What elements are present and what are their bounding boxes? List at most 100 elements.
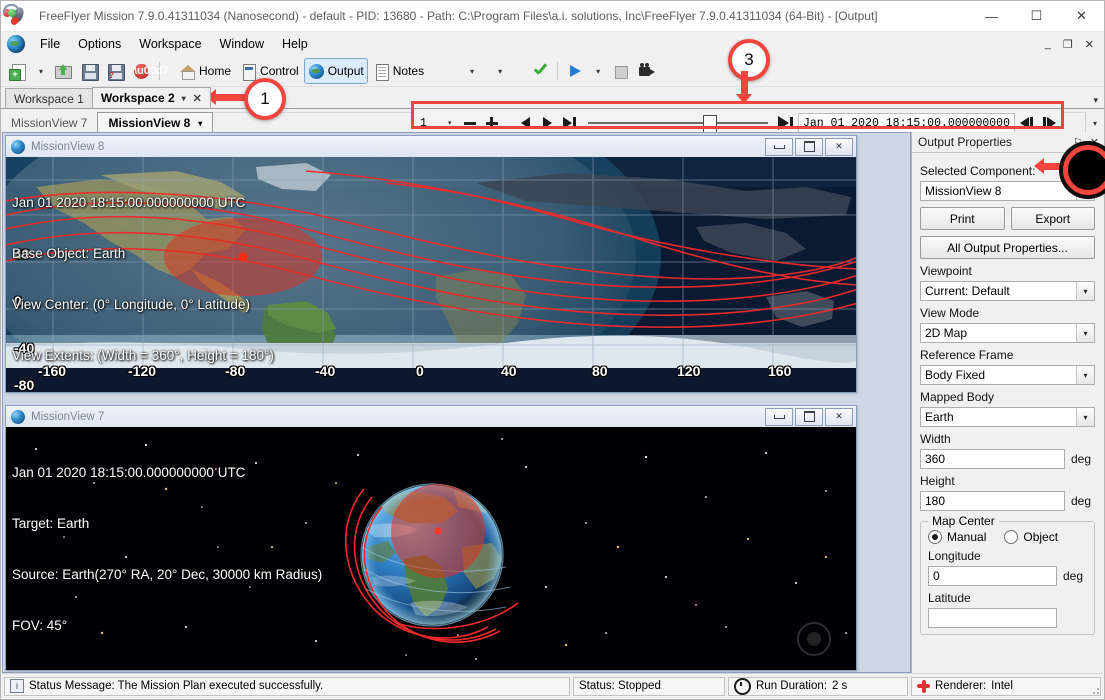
chevron-down-icon[interactable]: ▾ — [1076, 282, 1094, 300]
stop-button[interactable] — [608, 58, 633, 84]
home-button[interactable]: Home — [175, 58, 235, 84]
chevron-down-icon[interactable]: ▾ — [1076, 324, 1094, 342]
undo-button[interactable] — [3, 4, 462, 84]
notes-button[interactable]: Notes — [369, 58, 428, 84]
missionview-globe-icon-2 — [11, 409, 25, 424]
validate-button[interactable] — [527, 58, 552, 84]
missionview-7-window[interactable]: MissionView 7 ✕ Jan 01 2020 18:15:00.000… — [5, 405, 857, 671]
redo-dropdown[interactable]: ▾ — [491, 58, 509, 84]
mdi-close-button[interactable]: ✕ — [1083, 38, 1096, 51]
view-mode-select[interactable]: 2D Map ▾ — [920, 323, 1095, 343]
longitude-input[interactable]: 0 — [928, 566, 1057, 586]
width-unit: deg — [1071, 452, 1092, 466]
output-properties-title: Output Properties — [918, 135, 1013, 149]
missionview-7-titlebar: MissionView 7 ✕ — [6, 406, 856, 428]
maximize-window-button[interactable]: ☐ — [1014, 1, 1059, 31]
run-dropdown[interactable]: ▾ — [589, 58, 607, 84]
undo-dropdown[interactable]: ▾ — [463, 58, 481, 84]
missionview-7-close-button[interactable]: ✕ — [825, 407, 853, 426]
record-button[interactable] — [634, 58, 659, 84]
workspace-overflow-icon[interactable]: ▾ — [1093, 95, 1104, 108]
menu-window[interactable]: Window — [211, 34, 273, 54]
width-row: 360 deg — [920, 449, 1095, 469]
workspace-tab-2-caret-icon[interactable]: ▾ — [182, 94, 186, 103]
workspace-tab-1[interactable]: Workspace 1 — [5, 88, 93, 108]
missionview-8-title: MissionView 8 — [31, 140, 105, 153]
reference-frame-select[interactable]: Body Fixed ▾ — [920, 365, 1095, 385]
close-window-button[interactable]: ✕ — [1059, 1, 1104, 31]
resize-grip[interactable] — [1089, 684, 1100, 695]
missionview-8-canvas[interactable]: 40 0 -40 -80 -160 -120 -80 -40 0 40 80 1… — [6, 157, 856, 392]
viewpoint-select[interactable]: Current: Default ▾ — [920, 281, 1095, 301]
save-as-button[interactable]: ? — [103, 58, 128, 84]
chevron-down-icon[interactable]: ▾ — [1076, 408, 1094, 426]
menu-workspace[interactable]: Workspace — [130, 34, 210, 54]
output-properties-panel: Output Properties ⚐ ✕ Selected Component… — [911, 132, 1103, 673]
pin-icon[interactable]: ⚐ — [1073, 136, 1083, 149]
menu-help[interactable]: Help — [273, 34, 317, 54]
missionview-7-minimize-button[interactable] — [765, 407, 793, 426]
width-input[interactable]: 360 — [920, 449, 1065, 469]
map-center-object-radio[interactable]: Object — [1004, 530, 1058, 544]
all-output-row: All Output Properties... — [920, 236, 1095, 259]
view-tab-missionview-8[interactable]: MissionView 8 ▾ — [97, 112, 214, 134]
open-mission-button[interactable] — [51, 58, 76, 84]
missionview-8-restore-button[interactable] — [795, 137, 823, 156]
view-tab-overflow-icon[interactable]: ▾ — [1085, 112, 1104, 134]
missionview-8-window[interactable]: MissionView 8 ✕ 40 0 -40 -80 -160 -120 -… — [5, 135, 857, 393]
save-button[interactable] — [77, 58, 102, 84]
height-input[interactable]: 180 — [920, 491, 1065, 511]
close-panel-icon[interactable]: ✕ — [1090, 136, 1099, 149]
workspace-tab-1-label: Workspace 1 — [14, 91, 84, 106]
view-tab-8-caret-icon[interactable]: ▾ — [198, 119, 202, 128]
missionview-8-close-button[interactable]: ✕ — [825, 137, 853, 156]
main-body: MissionView 8 ✕ 40 0 -40 -80 -160 -120 -… — [2, 132, 1103, 673]
selected-component-label: Selected Component: — [920, 164, 1036, 178]
close-mission-button[interactable]: \u00d7 — [129, 58, 169, 84]
viewpoint-value: Current: Default — [925, 284, 1010, 298]
width-label: Width — [920, 432, 951, 446]
close-circle-icon: \u00d7 — [134, 63, 169, 79]
output-button[interactable]: Output — [303, 58, 368, 84]
renderer-label: Renderer: — [935, 680, 987, 692]
menu-bar: File Options Workspace Window Help _ ❐ ✕ — [1, 32, 1104, 56]
chevron-down-icon[interactable]: ▾ — [1076, 366, 1094, 384]
mdi-minimize-button[interactable]: _ — [1043, 38, 1053, 50]
view-tab-missionview-7[interactable]: MissionView 7 — [1, 112, 97, 134]
menu-options[interactable]: Options — [69, 34, 130, 54]
status-state-text: Status: Stopped — [579, 680, 661, 692]
chevron-down-icon: ▾ — [596, 66, 601, 76]
all-output-properties-button[interactable]: All Output Properties... — [920, 236, 1095, 259]
map-center-manual-radio[interactable]: Manual — [928, 530, 986, 544]
new-mission-button[interactable]: + — [6, 58, 31, 84]
export-button[interactable]: Export — [1010, 207, 1095, 230]
view-mode-label: View Mode — [920, 306, 980, 320]
workspace-tab-2[interactable]: Workspace 2 ▾ ✕ — [91, 87, 211, 108]
mdi-restore-button[interactable]: ❐ — [1061, 38, 1075, 51]
minimize-window-button[interactable]: — — [969, 1, 1014, 31]
workspace-tab-2-close-icon[interactable]: ✕ — [193, 92, 202, 105]
run-button[interactable] — [563, 58, 588, 84]
missionview-8-minimize-button[interactable] — [765, 137, 793, 156]
home-label: Home — [199, 64, 232, 78]
new-mission-dropdown[interactable]: ▾ — [32, 58, 50, 84]
control-button[interactable]: Control — [236, 58, 303, 84]
missionview-8-titlebar: MissionView 8 ✕ — [6, 136, 856, 158]
map-y-label-minus-80: -80 — [14, 377, 35, 392]
map-image — [6, 157, 856, 368]
redo-icon — [2, 2, 20, 17]
missionview-7-canvas[interactable]: Jan 01 2020 18:15:00.000000000 UTC Targe… — [6, 427, 856, 670]
redo-button[interactable] — [3, 4, 490, 84]
play-icon — [567, 63, 584, 80]
chevron-down-icon[interactable]: ▾ — [1076, 182, 1094, 200]
view-3d: Jan 01 2020 18:15:00.000000000 UTC Targe… — [6, 427, 856, 670]
menu-file[interactable]: File — [31, 34, 69, 54]
chevron-down-icon: ▾ — [498, 66, 503, 76]
radio-unselected-icon — [1004, 530, 1019, 544]
latitude-input[interactable] — [928, 608, 1057, 628]
selected-component-select[interactable]: MissionView 8 ▾ — [920, 181, 1095, 201]
missionview-7-restore-button[interactable] — [795, 407, 823, 426]
print-button[interactable]: Print — [920, 207, 1005, 230]
height-row: 180 deg — [920, 491, 1095, 511]
mapped-body-select[interactable]: Earth ▾ — [920, 407, 1095, 427]
